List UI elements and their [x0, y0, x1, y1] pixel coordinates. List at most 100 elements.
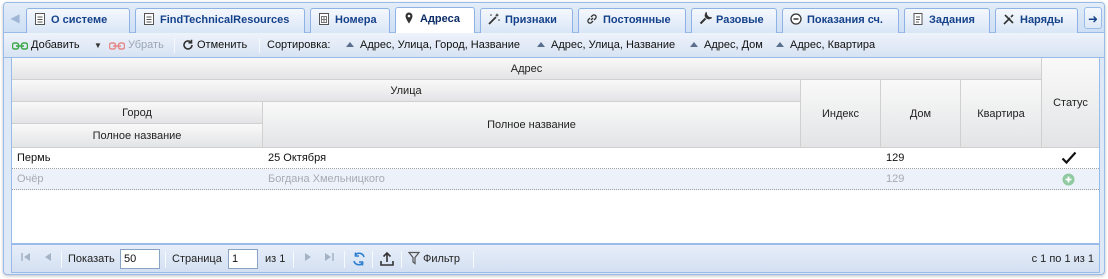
upload-icon — [380, 251, 394, 266]
remove-button[interactable]: Убрать — [109, 37, 164, 54]
sort-ascending-icon — [346, 42, 354, 47]
header-street[interactable]: Улица — [12, 80, 801, 102]
refresh-icon — [183, 39, 193, 50]
header-index-label: Индекс — [822, 107, 859, 120]
page-size-input[interactable] — [120, 249, 160, 269]
tab-label: FindTechnicalResources — [160, 14, 290, 26]
header-city[interactable]: Город — [12, 102, 263, 124]
header-city-full-name[interactable]: Полное название — [12, 124, 263, 148]
last-page-icon — [325, 253, 334, 261]
page-count-label: из 1 — [265, 253, 286, 265]
header-apartment-label: Квартира — [977, 107, 1025, 120]
tab-scroll-right-button[interactable]: ➜ — [1084, 7, 1102, 29]
first-page-button[interactable] — [20, 251, 32, 268]
tab-find-technical-resources[interactable]: FindTechnicalResources — [135, 8, 305, 33]
tab-about[interactable]: О системе — [26, 8, 130, 33]
cell-city: Пермь — [17, 152, 51, 164]
header-city-label: Город — [122, 106, 152, 119]
grid-document-icon — [319, 13, 329, 25]
add-dropdown-arrow[interactable]: ▼ — [94, 37, 102, 54]
header-city-full-name-label: Полное название — [92, 129, 182, 142]
header-address[interactable]: Адрес — [12, 58, 1042, 80]
page-label: Страница — [172, 253, 222, 265]
header-status-label: Статус — [1053, 96, 1088, 109]
table-row[interactable]: Пермь 25 Октября 129 — [12, 148, 1099, 169]
tab-label: О системе — [51, 14, 108, 26]
cell-house: 129 — [886, 173, 905, 185]
header-street-full-name[interactable]: Полное название — [263, 102, 801, 148]
cell-street: Богдана Хмельницкого — [268, 173, 385, 185]
tab-label: Признаки — [505, 14, 557, 26]
tab-permanent[interactable]: Постоянные — [578, 8, 686, 33]
tab-label: Номера — [335, 14, 377, 26]
tab-scroll-left-button[interactable]: ◀ — [6, 7, 24, 29]
page-number-input[interactable] — [228, 249, 258, 269]
tab-meter-readings[interactable]: Показания сч. — [782, 8, 899, 33]
tab-work-orders[interactable]: Наряды — [995, 8, 1078, 33]
map-pin-icon — [405, 12, 413, 24]
table-row[interactable]: Очёр Богдана Хмельницкого 129 — [12, 169, 1099, 190]
tab-label: Показания сч. — [807, 14, 883, 26]
tab-label: Задания — [929, 14, 975, 26]
paging-separator — [61, 251, 62, 268]
header-status[interactable]: Статус — [1042, 58, 1099, 148]
paging-toolbar: Показать Страница из 1 Фильтр с 1 по 1 и… — [11, 244, 1100, 273]
document-icon — [35, 13, 45, 25]
status-checkmark-icon — [1061, 151, 1077, 165]
paging-separator — [401, 251, 402, 268]
next-page-icon — [305, 253, 311, 261]
paging-summary: с 1 по 1 из 1 — [1031, 253, 1094, 265]
add-button-label: Добавить — [31, 39, 80, 51]
task-list-icon — [913, 13, 923, 25]
header-index[interactable]: Индекс — [801, 80, 881, 148]
tab-features[interactable]: Признаки — [480, 8, 573, 33]
page-size-label: Показать — [68, 253, 115, 265]
next-page-button[interactable] — [302, 251, 314, 268]
filter-button[interactable]: Фильтр — [407, 251, 460, 268]
header-apartment[interactable]: Квартира — [961, 80, 1042, 148]
sort-option-street-name[interactable]: Адрес, Улица, Название — [537, 37, 675, 54]
toolbar-separator — [259, 38, 260, 53]
paging-separator — [473, 251, 474, 268]
document-icon — [144, 13, 154, 25]
sort-ascending-icon — [690, 42, 698, 47]
wrench-icon — [699, 12, 712, 25]
export-button[interactable] — [379, 251, 395, 268]
cell-city: Очёр — [17, 173, 44, 185]
status-add-icon[interactable] — [1062, 173, 1076, 187]
tab-label: Адреса — [420, 13, 460, 25]
toolbar-separator — [174, 38, 175, 53]
cancel-button[interactable]: Отменить — [182, 37, 247, 54]
sort-option-house[interactable]: Адрес, Дом — [690, 37, 763, 54]
tab-tasks[interactable]: Задания — [904, 8, 990, 33]
sort-ascending-icon — [776, 42, 784, 47]
cell-house: 129 — [886, 152, 905, 164]
add-button[interactable]: Добавить — [12, 37, 80, 54]
tab-strip: ◀ О системе FindTechnicalResources Номер… — [4, 3, 1104, 34]
paging-separator — [293, 251, 294, 268]
remove-button-label: Убрать — [128, 39, 164, 51]
sort-option-label: Адрес, Квартира — [790, 39, 876, 51]
header-house[interactable]: Дом — [881, 80, 961, 148]
sort-option-street-city-name[interactable]: Адрес, Улица, Город, Название — [346, 37, 520, 54]
link-icon — [587, 14, 597, 24]
sort-option-apartment[interactable]: Адрес, Квартира — [776, 37, 875, 54]
tab-addresses[interactable]: Адреса — [395, 7, 475, 34]
tab-label: Разовые — [716, 14, 764, 26]
link-add-icon — [12, 42, 28, 50]
tab-one-time[interactable]: Разовые — [691, 8, 777, 33]
tools-icon — [1003, 14, 1014, 25]
previous-page-button[interactable] — [42, 251, 54, 268]
first-page-icon — [21, 253, 30, 261]
meter-icon — [790, 13, 802, 25]
last-page-button[interactable] — [323, 251, 335, 268]
paging-separator — [344, 251, 345, 268]
header-house-label: Дом — [909, 107, 932, 120]
filter-icon — [407, 251, 421, 265]
refresh-button[interactable] — [351, 251, 367, 268]
filter-button-label: Фильтр — [423, 253, 460, 265]
refresh-icon — [353, 252, 365, 266]
sort-option-label: Адрес, Улица, Город, Название — [360, 39, 520, 51]
cell-street: 25 Октября — [268, 152, 327, 164]
tab-numbers[interactable]: Номера — [310, 8, 390, 33]
